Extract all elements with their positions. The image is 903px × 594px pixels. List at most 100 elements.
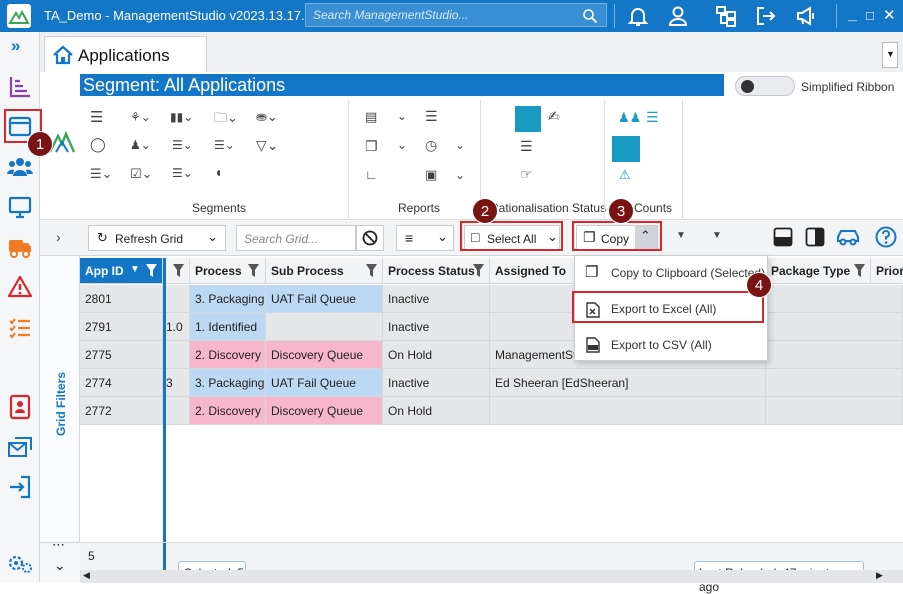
settings-gears-icon[interactable] — [7, 550, 33, 576]
users-icon[interactable] — [7, 154, 33, 180]
layout-bottom-icon[interactable] — [773, 227, 793, 247]
report-icon[interactable]: ▤ — [365, 109, 377, 125]
global-search-input[interactable]: Search ManagementStudio... — [305, 3, 607, 27]
thumbs-icon[interactable]: ✍ — [548, 108, 560, 125]
people-icon[interactable]: ♟⌄ — [130, 138, 151, 152]
app-id-cell: 2775 — [80, 341, 163, 369]
menu-item-copy-clipboard[interactable]: ❐ Copy to Clipboard (Selected) — [575, 256, 767, 292]
chart-icon[interactable] — [7, 74, 33, 100]
filter-icon[interactable] — [146, 264, 157, 277]
sign-out-icon[interactable] — [754, 4, 778, 28]
user-circle-icon[interactable]: ◯ — [90, 136, 106, 153]
people-count-icon[interactable]: ♟♟ — [618, 110, 641, 126]
align-button[interactable]: ≡ ⌄ — [396, 225, 454, 251]
grid-search-input[interactable]: Search Grid... — [236, 225, 356, 251]
folder-icon[interactable]: 🗀⌄ — [214, 109, 238, 131]
grid-filters-panel[interactable]: Grid Filters — [40, 256, 80, 542]
filter-icon[interactable] — [248, 264, 259, 277]
copy-report-dropdown-icon[interactable]: ⌄ — [397, 138, 407, 152]
table-row[interactable]: 2775 2. Discovery Discovery Queue On Hol… — [80, 341, 903, 369]
search-icon[interactable] — [582, 8, 598, 24]
table-row[interactable]: 2801 3. Packaging UAT Fail Queue Inactiv… — [80, 285, 903, 313]
clear-search-button[interactable] — [356, 225, 384, 251]
window-title: TA_Demo - ManagementStudio v2023.13.17.7 — [44, 8, 312, 23]
layers-icon[interactable]: ☰ — [520, 138, 533, 155]
filter-icon[interactable] — [173, 264, 184, 277]
copy-report-icon[interactable]: ❐ — [365, 138, 378, 155]
maximize-button[interactable]: □ — [866, 8, 874, 23]
checklist-icon[interactable]: ☰⌄ — [172, 138, 193, 152]
column-header-sub-process[interactable]: Sub Process — [266, 258, 383, 284]
column-header-app-id[interactable]: App ID ▼ — [80, 258, 163, 284]
sign-in-icon[interactable] — [7, 474, 33, 500]
list-count-icon[interactable]: ☰ — [646, 109, 659, 126]
sorted-list-icon[interactable]: ☰⌄ — [172, 166, 193, 180]
column-header-process-status[interactable]: Process Status — [383, 258, 490, 284]
line-chart-icon[interactable]: ∟ — [365, 167, 378, 182]
bell-icon[interactable] — [626, 4, 650, 28]
counts-action-button[interactable] — [612, 136, 640, 162]
menu-icon[interactable]: ☰⌄ — [90, 166, 113, 182]
hierarchy-icon[interactable]: ⚘⌄ — [130, 110, 151, 124]
column-header-priority[interactable]: Priori — [871, 258, 903, 284]
refresh-grid-button[interactable]: ↻ Refresh Grid ⌄ — [88, 225, 226, 251]
chevron-down-icon[interactable]: ⌄ — [54, 557, 66, 574]
align-dropdown-icon[interactable]: ⌄ — [437, 229, 448, 245]
expand-rail-icon[interactable]: » — [11, 36, 20, 56]
scroll-left-icon[interactable]: ◀ — [83, 570, 90, 581]
car-icon[interactable] — [836, 227, 860, 247]
tag-icon[interactable]: ◖ — [214, 164, 222, 180]
megaphone-icon[interactable] — [795, 4, 819, 28]
table-row[interactable]: 2772 2. Discovery Discovery Queue On Hol… — [80, 397, 903, 425]
contact-card-icon[interactable] — [7, 394, 33, 420]
sort-down-2-icon[interactable]: ▼ — [712, 230, 722, 241]
user-icon[interactable] — [666, 4, 690, 28]
help-icon[interactable] — [875, 226, 897, 248]
filter-icon[interactable] — [854, 264, 865, 277]
collapse-panel-icon[interactable]: › — [56, 229, 61, 245]
report-list-icon[interactable]: ☰ — [425, 108, 438, 125]
column-header-version[interactable] — [163, 258, 190, 284]
export-report-dropdown-icon[interactable]: ⌄ — [455, 168, 465, 182]
column-header-label: App ID — [85, 264, 124, 278]
filter-columns-icon[interactable]: ▮▮⌄ — [170, 110, 193, 124]
export-report-icon[interactable]: ▣ — [425, 167, 437, 183]
close-button[interactable]: ✕ — [883, 6, 896, 24]
funnel-icon[interactable]: ▽⌄ — [256, 137, 279, 154]
checkbox-icon[interactable]: ☑⌄ — [130, 166, 153, 182]
table-row[interactable]: 2774 3 3. Packaging UAT Fail Queue Inact… — [80, 369, 903, 397]
table-row[interactable]: 2791 1.0 1. Identified Inactive — [80, 313, 903, 341]
email-transfer-icon[interactable] — [7, 434, 33, 460]
clock-icon[interactable]: ◷ — [425, 137, 437, 154]
rationalisation-action-button[interactable] — [515, 106, 541, 132]
column-header-process[interactable]: Process — [190, 258, 266, 284]
sort-desc-icon[interactable]: ▼ — [130, 264, 140, 275]
scroll-right-icon[interactable]: ▶ — [876, 570, 883, 581]
warning-icon[interactable] — [7, 274, 33, 300]
refresh-dropdown-icon[interactable]: ⌄ — [207, 229, 218, 245]
desktop-icon[interactable] — [7, 194, 33, 220]
sort-down-icon[interactable]: ▼ — [676, 230, 686, 241]
minimize-button[interactable]: _ — [848, 6, 857, 24]
clock-dropdown-icon[interactable]: ⌄ — [455, 138, 465, 152]
layout-right-icon[interactable] — [805, 227, 825, 247]
task-list-icon[interactable] — [7, 314, 33, 340]
more-options-icon[interactable]: ⋯ — [52, 537, 65, 553]
tab-overflow-button[interactable]: ▼ — [882, 42, 898, 68]
sitemap-icon[interactable] — [714, 4, 738, 28]
menu-item-export-csv[interactable]: Export to CSV (All) — [575, 328, 767, 364]
simplified-ribbon-toggle[interactable] — [735, 76, 795, 96]
task-list-2-icon[interactable]: ☰⌄ — [214, 138, 235, 152]
grid-filters-label[interactable]: Grid Filters — [54, 372, 68, 436]
horizontal-scrollbar[interactable]: ◀ ▶ — [80, 570, 903, 583]
alert-count-icon[interactable]: ⚠ — [619, 167, 631, 183]
list-icon[interactable]: ☰ — [90, 108, 103, 126]
filter-icon[interactable] — [366, 264, 377, 277]
filter-icon[interactable] — [473, 264, 484, 277]
hand-pointer-icon[interactable]: ☞ — [520, 166, 533, 183]
report-dropdown-icon[interactable]: ⌄ — [397, 109, 407, 123]
database-icon[interactable]: ⛂⌄ — [256, 109, 278, 125]
tab-applications[interactable]: Applications — [44, 36, 207, 72]
truck-icon[interactable] — [7, 234, 33, 260]
column-header-package-type[interactable]: Package Type — [766, 258, 871, 284]
